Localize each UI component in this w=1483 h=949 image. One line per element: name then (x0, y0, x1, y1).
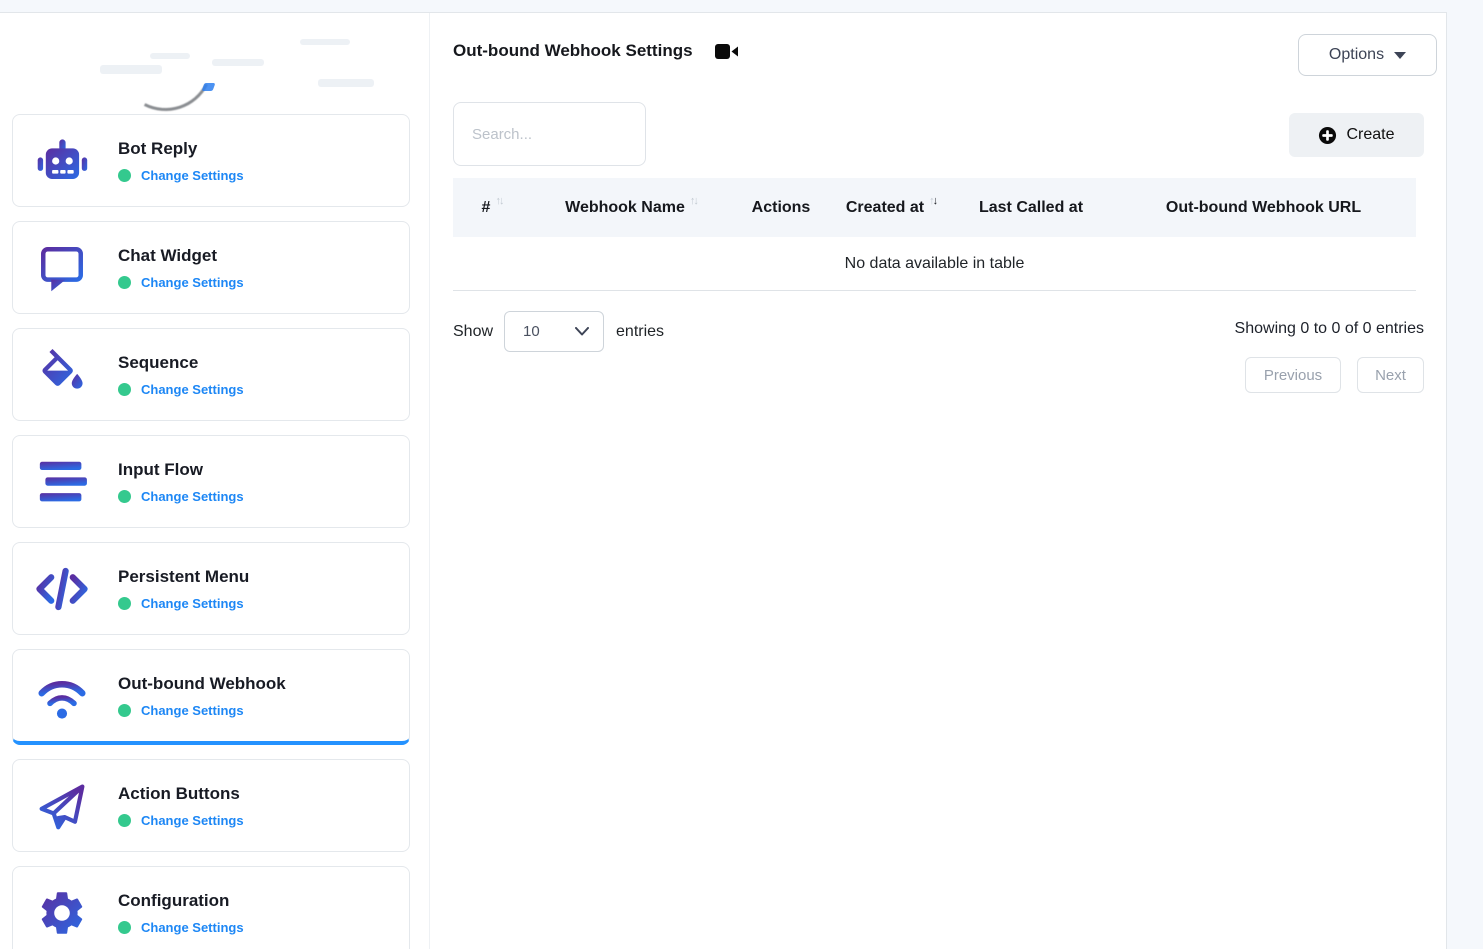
change-settings-link[interactable]: Change Settings (141, 168, 244, 183)
sort-icon: ↑↓ (690, 195, 697, 207)
change-settings-link[interactable]: Change Settings (141, 275, 244, 290)
change-settings-link[interactable]: Change Settings (141, 813, 244, 828)
app-window: Bot Reply Change Settings Chat Widget (0, 12, 1447, 949)
status-dot (118, 383, 131, 396)
change-settings-link[interactable]: Change Settings (141, 920, 244, 935)
status-dot (118, 490, 131, 503)
options-button-label: Options (1329, 46, 1384, 64)
caret-down-icon (1394, 52, 1406, 59)
sidebar-item-action-buttons[interactable]: Action Buttons Change Settings (12, 759, 410, 852)
paint-bucket-icon (35, 348, 89, 402)
column-header-last-called-at[interactable]: Last Called at (951, 199, 1111, 217)
robot-icon (35, 134, 89, 188)
pagination: Previous Next (1245, 357, 1424, 393)
sidebar-item-label: Bot Reply (118, 139, 244, 159)
chevron-down-icon (575, 327, 589, 336)
change-settings-link[interactable]: Change Settings (141, 489, 244, 504)
column-header-webhook-url[interactable]: Out-bound Webhook URL (1111, 199, 1416, 217)
page-title: Out-bound Webhook Settings (453, 41, 693, 61)
sidebar-item-label: Persistent Menu (118, 567, 249, 587)
main-panel: Out-bound Webhook Settings Options Creat… (431, 13, 1446, 949)
sidebar-item-sequence[interactable]: Sequence Change Settings (12, 328, 410, 421)
table-empty-message: No data available in table (453, 237, 1416, 291)
show-label: Show (453, 323, 493, 341)
page-size-value: 10 (523, 323, 540, 340)
search-input[interactable] (453, 102, 646, 166)
sidebar-item-input-flow[interactable]: Input Flow Change Settings (12, 435, 410, 528)
previous-page-button[interactable]: Previous (1245, 357, 1341, 393)
change-settings-link[interactable]: Change Settings (141, 703, 244, 718)
status-dot (118, 704, 131, 717)
change-settings-link[interactable]: Change Settings (141, 596, 244, 611)
sort-icon-desc-active: ↑↓ (929, 195, 936, 207)
create-button[interactable]: Create (1289, 113, 1424, 157)
wifi-icon (35, 669, 89, 723)
entries-label: entries (616, 323, 664, 341)
gear-icon (35, 886, 89, 940)
column-header-created-at[interactable]: Created at ↑↓ (831, 199, 951, 217)
code-icon (35, 562, 89, 616)
paper-plane-icon (35, 779, 89, 833)
status-dot (118, 597, 131, 610)
sidebar-item-label: Input Flow (118, 460, 244, 480)
status-dot (118, 169, 131, 182)
options-button[interactable]: Options (1298, 34, 1437, 76)
change-settings-link[interactable]: Change Settings (141, 382, 244, 397)
column-header-index[interactable]: # ↑↓ (453, 199, 531, 217)
status-dot (118, 814, 131, 827)
sidebar-item-persistent-menu[interactable]: Persistent Menu Change Settings (12, 542, 410, 635)
column-header-webhook-name[interactable]: Webhook Name ↑↓ (531, 199, 731, 217)
next-page-button[interactable]: Next (1357, 357, 1424, 393)
logo-arc (106, 13, 226, 123)
status-dot (118, 921, 131, 934)
sidebar-item-configuration[interactable]: Configuration Change Settings (12, 866, 410, 949)
webhooks-table: # ↑↓ Webhook Name ↑↓ Actions Created at … (453, 178, 1416, 291)
sidebar-item-label: Chat Widget (118, 246, 244, 266)
create-button-label: Create (1346, 126, 1394, 144)
app-logo (0, 13, 429, 114)
sidebar-item-label: Action Buttons (118, 784, 244, 804)
sort-icon: ↑↓ (495, 195, 502, 207)
plus-circle-icon (1318, 126, 1337, 145)
sidebar-item-label: Out-bound Webhook (118, 674, 286, 694)
sidebar-item-label: Sequence (118, 353, 244, 373)
status-dot (118, 276, 131, 289)
sidebar-item-outbound-webhook[interactable]: Out-bound Webhook Change Settings (12, 649, 410, 745)
sidebar-item-bot-reply[interactable]: Bot Reply Change Settings (12, 114, 410, 207)
logo-accent (202, 83, 216, 91)
sidebar-item-chat-widget[interactable]: Chat Widget Change Settings (12, 221, 410, 314)
video-camera-icon[interactable] (715, 43, 739, 60)
sidebar: Bot Reply Change Settings Chat Widget (0, 13, 430, 949)
sidebar-item-label: Configuration (118, 891, 244, 911)
entries-summary: Showing 0 to 0 of 0 entries (1235, 320, 1424, 338)
page-size-select[interactable]: 10 (504, 311, 604, 352)
table-header-row: # ↑↓ Webhook Name ↑↓ Actions Created at … (453, 178, 1416, 237)
list-bars-icon (35, 455, 89, 509)
chat-bubble-icon (35, 241, 89, 295)
column-header-actions[interactable]: Actions (731, 199, 831, 217)
